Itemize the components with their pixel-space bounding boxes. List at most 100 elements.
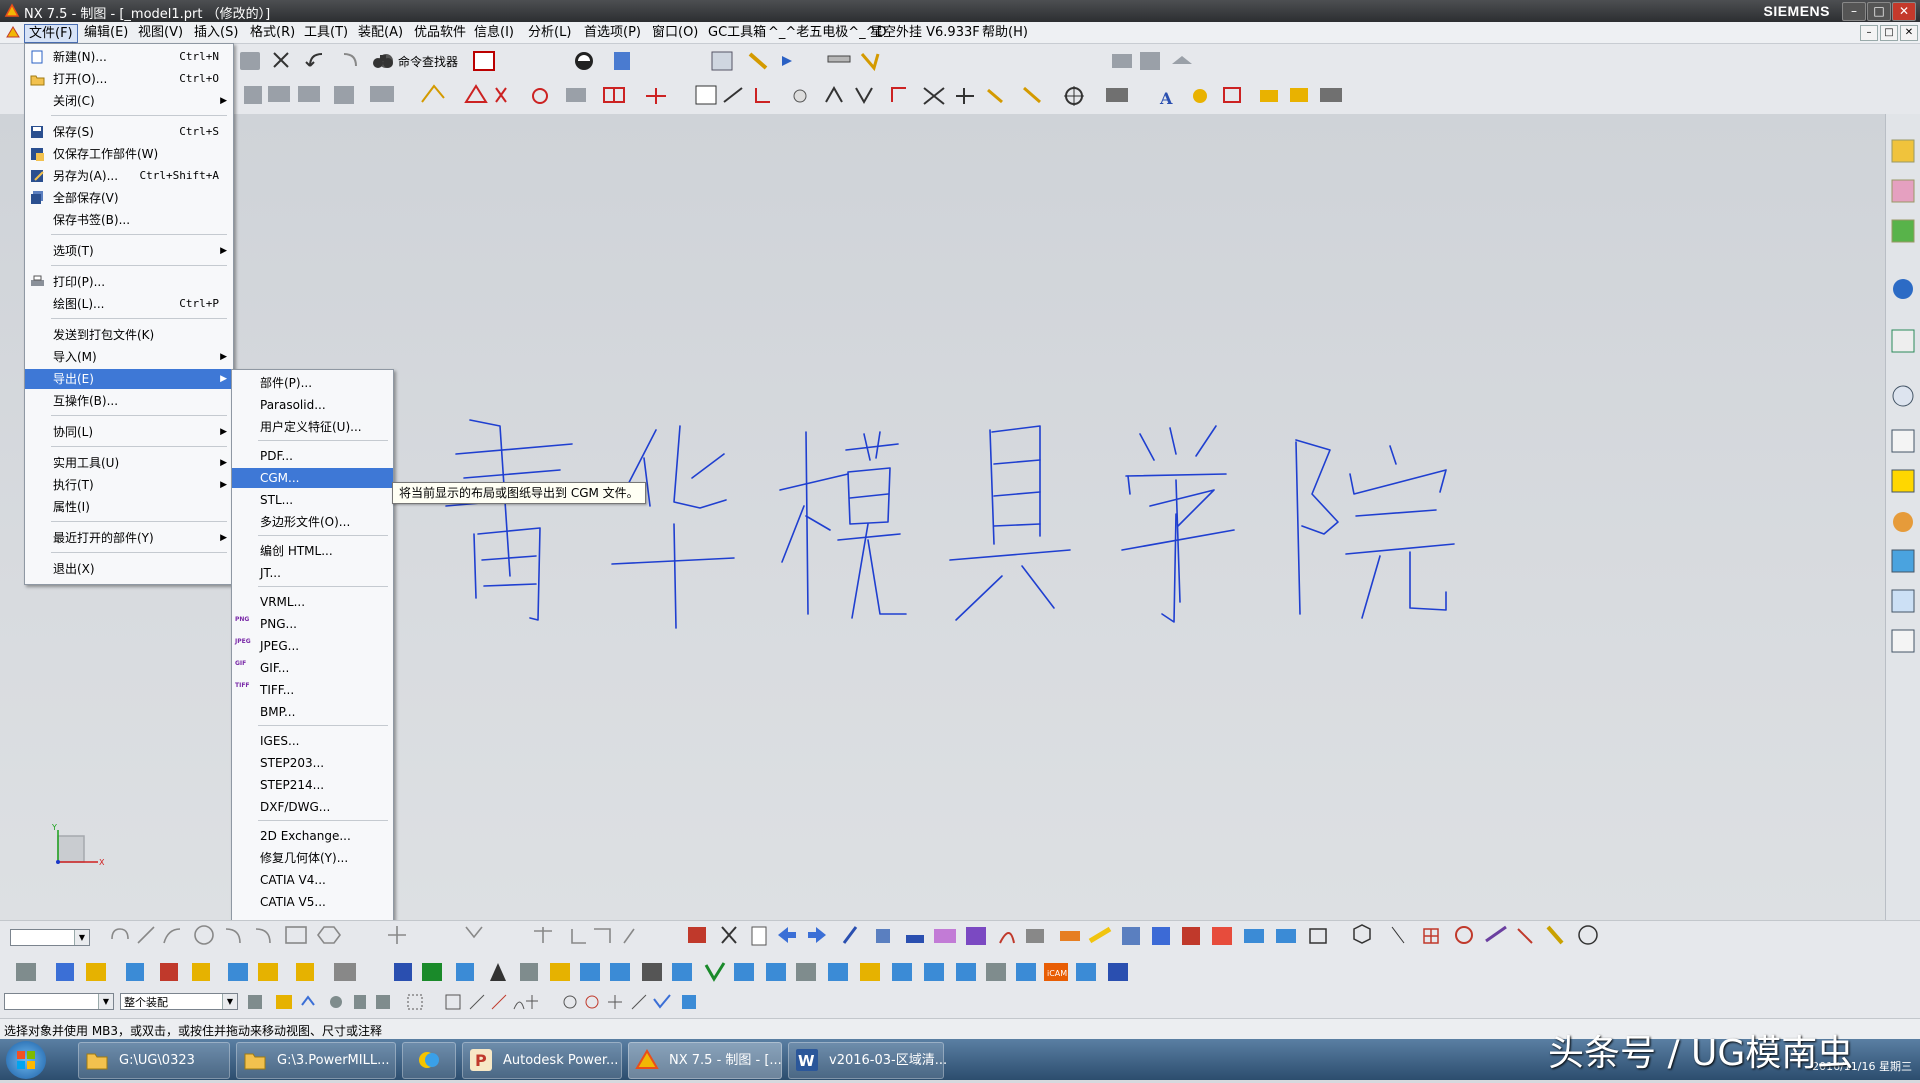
menu-item-open[interactable]: 打开(O)... Ctrl+O xyxy=(25,69,233,89)
menu-item-label: 导入(M) xyxy=(53,350,97,364)
taskbar-item-folder-ug[interactable]: G:\UG\0323 xyxy=(78,1042,230,1079)
export-parasolid[interactable]: Parasolid... xyxy=(232,395,393,415)
export-stl[interactable]: STL... xyxy=(232,490,393,510)
folder-icon xyxy=(86,1053,108,1070)
menu-item-options[interactable]: 选项(T) ▶ xyxy=(25,241,233,261)
menu-item-send-to-package[interactable]: 发送到打包文件(K) xyxy=(25,325,233,345)
menu-xingkong-plugin[interactable]: 星空外挂 V6.933F xyxy=(866,24,984,41)
menu-format[interactable]: 格式(R) xyxy=(246,24,299,41)
menu-item-execute[interactable]: 执行(T) ▶ xyxy=(25,475,233,495)
taskbar-item-nx[interactable]: NX 7.5 - 制图 - [... xyxy=(628,1042,782,1079)
export-repair-geometry[interactable]: 修复几何体(Y)... xyxy=(232,848,393,868)
menu-file[interactable]: 文件(F) xyxy=(24,24,78,43)
menu-item-utilities[interactable]: 实用工具(U) ▶ xyxy=(25,453,233,473)
menu-item-recent-parts[interactable]: 最近打开的部件(Y) ▶ xyxy=(25,528,233,548)
resource-bar-icons xyxy=(1891,139,1915,653)
nx-app-icon[interactable] xyxy=(4,3,20,19)
menu-analysis[interactable]: 分析(L) xyxy=(524,24,575,41)
menu-info[interactable]: 信息(I) xyxy=(470,24,518,41)
sketch-type-combo[interactable]: ▼ xyxy=(10,929,90,946)
top-toolbar-area: A 命令查找器 xyxy=(0,44,1920,114)
menu-item-exit[interactable]: 退出(X) xyxy=(25,559,233,579)
export-tiff[interactable]: TIFF TIFF... xyxy=(232,680,393,700)
taskbar-item-powermill[interactable]: P Autodesk Power... xyxy=(462,1042,622,1079)
export-jt[interactable]: JT... xyxy=(232,563,393,583)
menu-item-properties[interactable]: 属性(I) xyxy=(25,497,233,517)
submenu-arrow-icon: ▶ xyxy=(220,96,227,106)
menu-item-close[interactable]: 关闭(C) ▶ xyxy=(25,91,233,111)
start-button[interactable] xyxy=(6,1041,46,1079)
windows-logo-icon xyxy=(17,1051,35,1069)
export-bmp[interactable]: BMP... xyxy=(232,702,393,722)
menu-insert[interactable]: 插入(S) xyxy=(190,24,242,41)
type-filter-combo[interactable]: ▼ xyxy=(4,993,114,1010)
export-catia-v4[interactable]: CATIA V4... xyxy=(232,870,393,890)
menu-view[interactable]: 视图(V) xyxy=(134,24,187,41)
export-step203[interactable]: STEP203... xyxy=(232,753,393,773)
export-author-html[interactable]: 编创 HTML... xyxy=(232,541,393,561)
taskbar-item-word[interactable]: W v2016-03-区域清... xyxy=(788,1042,947,1079)
sketch-row-icons xyxy=(111,925,635,945)
export-vrml[interactable]: VRML... xyxy=(232,592,393,612)
menu-help[interactable]: 帮助(H) xyxy=(978,24,1032,41)
export-iges[interactable]: IGES... xyxy=(232,731,393,751)
menu-edit[interactable]: 编辑(E) xyxy=(80,24,132,41)
menu-item-label: 发送到打包文件(K) xyxy=(53,328,155,342)
menu-assembly[interactable]: 装配(A) xyxy=(354,24,407,41)
menu-item-save-as[interactable]: 另存为(A)... Ctrl+Shift+A xyxy=(25,166,233,186)
menu-item-import[interactable]: 导入(M) ▶ xyxy=(25,347,233,367)
menu-item-label: DXF/DWG... xyxy=(260,800,331,814)
menu-item-save-all[interactable]: 全部保存(V) xyxy=(25,188,233,208)
menu-item-label: STEP214... xyxy=(260,778,325,792)
taskbar-item-label: G:\UG\0323 xyxy=(119,1053,195,1068)
doc-restore-button[interactable]: □ xyxy=(1880,25,1898,41)
save-icon xyxy=(31,126,43,138)
minimize-button[interactable]: – xyxy=(1842,2,1866,21)
export-dxf-dwg[interactable]: DXF/DWG... xyxy=(232,797,393,817)
export-catia-v5[interactable]: CATIA V5... xyxy=(232,892,393,912)
menu-item-plot[interactable]: 绘图(L)... Ctrl+P xyxy=(25,294,233,314)
menu-item-save-work-part[interactable]: 仅保存工作部件(W) xyxy=(25,144,233,164)
export-part[interactable]: 部件(P)... xyxy=(232,373,393,393)
doc-minimize-button[interactable]: – xyxy=(1860,25,1878,41)
export-pdf[interactable]: PDF... xyxy=(232,446,393,466)
menu-item-save[interactable]: 保存(S) Ctrl+S xyxy=(25,122,233,142)
selection-scope-combo[interactable]: 整个装配 ▼ xyxy=(120,993,238,1010)
export-polygon-file[interactable]: 多边形文件(O)... xyxy=(232,512,393,532)
doc-close-button[interactable]: ✕ xyxy=(1900,25,1918,41)
menu-item-save-bookmark[interactable]: 保存书签(B)... xyxy=(25,210,233,230)
menu-item-label: 仅保存工作部件(W) xyxy=(53,147,159,161)
taskbar-item-messenger[interactable] xyxy=(402,1042,456,1079)
save-all-icon xyxy=(31,191,43,204)
submenu-arrow-icon: ▶ xyxy=(220,458,227,468)
menu-item-label: BMP... xyxy=(260,705,296,719)
menu-bar: 文件(F) 编辑(E) 视图(V) 插入(S) 格式(R) 工具(T) 装配(A… xyxy=(0,22,1920,44)
menu-item-print[interactable]: 打印(P)... xyxy=(25,272,233,292)
save-work-part-icon xyxy=(31,148,44,161)
menu-item-label: Parasolid... xyxy=(260,398,326,412)
export-jpeg[interactable]: JPEG JPEG... xyxy=(232,636,393,656)
export-cgm[interactable]: CGM... xyxy=(232,468,393,488)
menu-item-collaborate[interactable]: 协同(L) ▶ xyxy=(25,422,233,442)
taskbar-item-folder-powermill[interactable]: G:\3.PowerMILL... xyxy=(236,1042,396,1079)
menu-tools[interactable]: 工具(T) xyxy=(300,24,352,41)
export-step214[interactable]: STEP214... xyxy=(232,775,393,795)
menu-item-label: JT... xyxy=(260,566,281,580)
submenu-arrow-icon: ▶ xyxy=(220,246,227,256)
export-gif[interactable]: GIF GIF... xyxy=(232,658,393,678)
export-2d-exchange[interactable]: 2D Exchange... xyxy=(232,826,393,846)
menu-preferences[interactable]: 首选项(P) xyxy=(580,24,645,41)
system-menu-icon[interactable] xyxy=(6,25,20,39)
export-png[interactable]: PNG PNG... xyxy=(232,614,393,634)
menu-window[interactable]: 窗口(O) xyxy=(648,24,702,41)
export-udf[interactable]: 用户定义特征(U)... xyxy=(232,417,393,437)
submenu-arrow-icon: ▶ xyxy=(220,374,227,384)
menu-youpin-software[interactable]: 优品软件 xyxy=(410,24,470,41)
menu-item-interoperate[interactable]: 互操作(B)... xyxy=(25,391,233,411)
command-finder-label: 命令查找器 xyxy=(398,55,459,69)
menu-item-new[interactable]: 新建(N)... Ctrl+N xyxy=(25,47,233,67)
maximize-button[interactable]: □ xyxy=(1867,2,1891,21)
menu-gc-toolbox[interactable]: GC工具箱 xyxy=(704,24,770,41)
menu-item-export[interactable]: 导出(E) ▶ xyxy=(25,369,233,389)
close-button[interactable]: ✕ xyxy=(1892,2,1916,21)
